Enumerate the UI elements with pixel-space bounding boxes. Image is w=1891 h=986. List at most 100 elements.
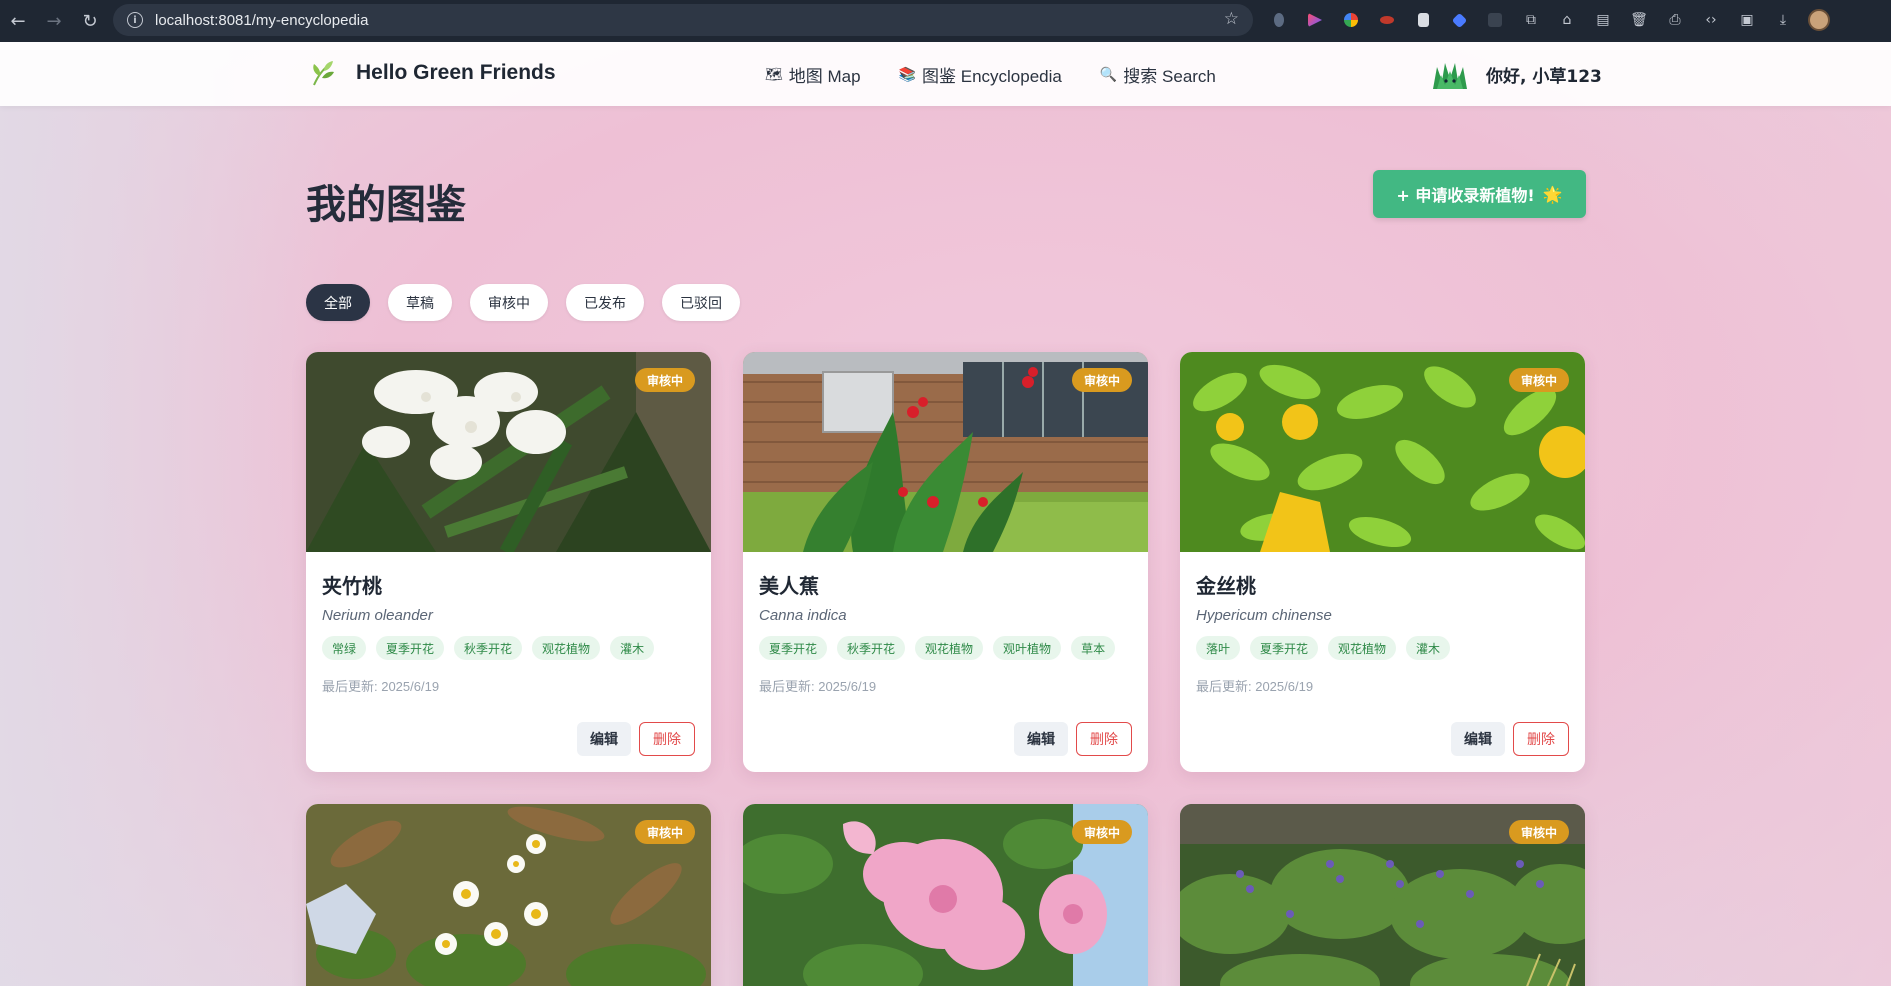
plant-card[interactable]: 审核中 — [1180, 804, 1585, 986]
status-badge: 审核中 — [1071, 820, 1132, 844]
leaf-logo-icon — [306, 56, 340, 90]
status-filter-tabs: 全部 草稿 审核中 已发布 已驳回 — [306, 284, 740, 321]
trash-icon[interactable]: 🗑 — [1628, 9, 1650, 31]
filter-rejected[interactable]: 已驳回 — [662, 284, 740, 321]
plant-card[interactable]: 审核中 金丝桃 Hypericum chinense 落叶 夏季开花 观花植物 … — [1180, 352, 1585, 772]
nav-encyclopedia-label: 图鉴 Encyclopedia — [922, 67, 1062, 86]
map-icon: 🗺 — [765, 66, 783, 82]
card-body: 金丝桃 Hypericum chinense 落叶 夏季开花 观花植物 灌木 最… — [1196, 570, 1569, 695]
tag: 观花植物 — [532, 636, 601, 660]
tag: 夏季开花 — [759, 636, 828, 660]
address-bar[interactable]: i localhost:8081/my-encyclopedia ☆ — [113, 4, 1253, 36]
filter-reviewing[interactable]: 审核中 — [470, 284, 548, 321]
card-body: 美人蕉 Canna indica 夏季开花 秋季开花 观花植物 观叶植物 草本 … — [759, 570, 1132, 695]
books-icon: 📚 — [898, 66, 917, 82]
star-icon: 🌟 — [1542, 184, 1563, 204]
download-icon[interactable]: ⤓ — [1772, 9, 1794, 31]
extension-icon[interactable] — [1268, 9, 1290, 31]
tag: 观叶植物 — [993, 636, 1062, 660]
side-panel-icon[interactable]: ▣ — [1736, 9, 1758, 31]
tag: 常绿 — [322, 636, 367, 660]
plant-card[interactable]: 审核中 美人蕉 Canna indica 夏季开花 秋季开花 观花植物 观叶植物… — [743, 352, 1148, 772]
last-updated: 最后更新: 2025/6/19 — [759, 679, 877, 694]
tag: 草本 — [1071, 636, 1116, 660]
status-badge: 审核中 — [1508, 820, 1569, 844]
bookmark-star-icon[interactable]: ☆ — [1224, 9, 1239, 29]
tag: 灌木 — [1406, 636, 1451, 660]
reload-icon[interactable]: ↻ — [72, 3, 108, 39]
plant-name: 金丝桃 — [1196, 574, 1256, 598]
delete-button[interactable]: 删除 — [639, 722, 695, 756]
tag: 夏季开花 — [1250, 636, 1319, 660]
brand[interactable]: Hello Green Friends — [306, 56, 556, 90]
extension-icon[interactable] — [1484, 9, 1506, 31]
tag: 灌木 — [610, 636, 655, 660]
plant-latin-name: Hypericum chinense — [1196, 607, 1332, 624]
puzzle-icon[interactable]: ⧉ — [1520, 9, 1542, 31]
extension-icon[interactable] — [1412, 9, 1434, 31]
apply-button-label: + 申请收录新植物! — [1396, 186, 1535, 205]
nav-map[interactable]: 🗺 地图 Map — [765, 62, 861, 87]
tag: 落叶 — [1196, 636, 1241, 660]
site-info-icon[interactable]: i — [127, 12, 143, 28]
card-actions: 编辑 删除 — [577, 722, 695, 756]
plant-latin-name: Canna indica — [759, 607, 847, 624]
card-actions: 编辑 删除 — [1451, 722, 1569, 756]
nav-encyclopedia[interactable]: 📚 图鉴 Encyclopedia — [899, 62, 1062, 87]
status-badge: 审核中 — [634, 368, 695, 392]
last-updated: 最后更新: 2025/6/19 — [322, 679, 440, 694]
grass-avatar-icon[interactable] — [1430, 54, 1470, 94]
filter-published[interactable]: 已发布 — [566, 284, 644, 321]
plant-card[interactable]: 审核中 夹竹桃 Nerium oleander 常绿 夏季开花 秋季开花 观花植… — [306, 352, 711, 772]
print-icon[interactable]: ⎙ — [1664, 9, 1686, 31]
extension-icon[interactable]: ⌂ — [1556, 9, 1578, 31]
plant-name: 美人蕉 — [759, 574, 819, 598]
app-header: Hello Green Friends 🗺 地图 Map 📚 图鉴 Encycl… — [0, 42, 1891, 106]
plant-name: 夹竹桃 — [322, 574, 382, 598]
extension-icons: ⧉ ⌂ ▤ 🗑 ⎙ ‹› ▣ ⤓ — [1268, 9, 1830, 31]
tag: 夏季开花 — [376, 636, 445, 660]
user-greeting: 你好, 小草123 — [1486, 66, 1602, 87]
tag: 秋季开花 — [454, 636, 523, 660]
card-body: 夹竹桃 Nerium oleander 常绿 夏季开花 秋季开花 观花植物 灌木… — [322, 570, 695, 695]
browser-toolbar: ← → ↻ i localhost:8081/my-encyclopedia ☆… — [0, 0, 1891, 42]
plant-card[interactable]: 审核中 — [743, 804, 1148, 986]
filter-all[interactable]: 全部 — [306, 284, 370, 321]
code-icon[interactable]: ‹› — [1700, 9, 1722, 31]
extension-icon[interactable] — [1448, 9, 1470, 31]
address-url[interactable]: localhost:8081/my-encyclopedia — [155, 12, 368, 29]
filter-draft[interactable]: 草稿 — [388, 284, 452, 321]
back-icon[interactable]: ← — [0, 3, 36, 39]
user-menu[interactable]: 你好, 小草123 — [1430, 54, 1602, 94]
edit-button[interactable]: 编辑 — [577, 722, 631, 756]
nav-search[interactable]: 🔍 搜索 Search — [1100, 62, 1216, 87]
plant-card[interactable]: 审核中 — [306, 804, 711, 986]
brand-name: Hello Green Friends — [356, 61, 556, 84]
delete-button[interactable]: 删除 — [1513, 722, 1569, 756]
status-badge: 审核中 — [1071, 368, 1132, 392]
main-nav: 🗺 地图 Map 📚 图鉴 Encyclopedia 🔍 搜索 Search — [765, 62, 1216, 87]
tag-list: 常绿 夏季开花 秋季开花 观花植物 灌木 — [322, 636, 695, 660]
tag: 观花植物 — [1328, 636, 1397, 660]
profile-avatar[interactable] — [1808, 9, 1830, 31]
page-title: 我的图鉴 — [306, 182, 466, 228]
tag-list: 落叶 夏季开花 观花植物 灌木 — [1196, 636, 1569, 660]
search-icon: 🔍 — [1099, 66, 1118, 82]
tag: 观花植物 — [915, 636, 984, 660]
reading-list-icon[interactable]: ▤ — [1592, 9, 1614, 31]
edit-button[interactable]: 编辑 — [1014, 722, 1068, 756]
tag-list: 夏季开花 秋季开花 观花植物 观叶植物 草本 — [759, 636, 1132, 660]
status-badge: 审核中 — [634, 820, 695, 844]
nav-search-label: 搜索 Search — [1123, 67, 1216, 86]
last-updated: 最后更新: 2025/6/19 — [1196, 679, 1314, 694]
edit-button[interactable]: 编辑 — [1451, 722, 1505, 756]
delete-button[interactable]: 删除 — [1076, 722, 1132, 756]
extension-icon[interactable] — [1376, 9, 1398, 31]
page: Hello Green Friends 🗺 地图 Map 📚 图鉴 Encycl… — [0, 42, 1891, 986]
card-actions: 编辑 删除 — [1014, 722, 1132, 756]
extension-icon[interactable] — [1304, 9, 1326, 31]
extension-icon[interactable] — [1340, 9, 1362, 31]
apply-new-plant-button[interactable]: + 申请收录新植物! 🌟 — [1373, 170, 1586, 218]
plant-latin-name: Nerium oleander — [322, 607, 433, 624]
forward-icon[interactable]: → — [36, 3, 72, 39]
